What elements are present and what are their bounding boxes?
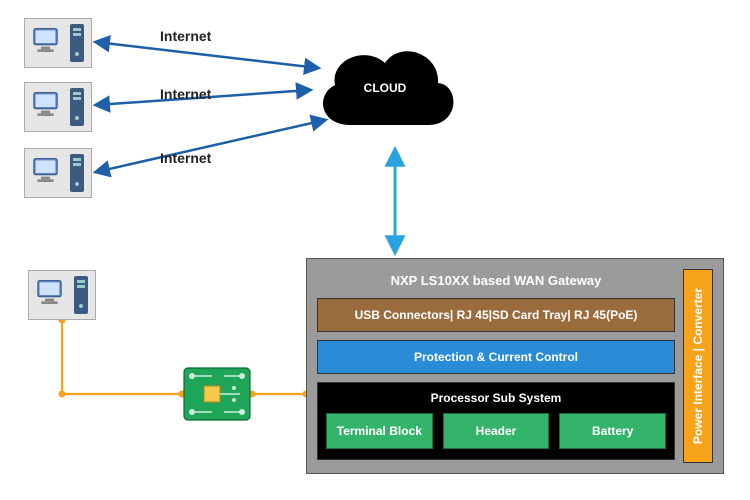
client-pc-3 [24, 148, 92, 198]
processor-subsystem: Processor Sub System Terminal Block Head… [317, 382, 675, 460]
wire-node-b [59, 391, 66, 398]
arrow-pc1-cloud [96, 42, 318, 68]
client-pc-2 [24, 82, 92, 132]
gateway-protection-row: Protection & Current Control [317, 340, 675, 374]
desktop-icon [32, 23, 68, 63]
power-interface-label: Power Interface | Converter [691, 288, 705, 444]
desktop-icon [32, 87, 68, 127]
gateway-usb-row: USB Connectors| RJ 45|SD Card Tray| RJ 4… [317, 298, 675, 332]
pcb-icon [182, 366, 252, 422]
cloud-node: CLOUD [310, 35, 460, 140]
header-cell: Header [443, 413, 550, 449]
tower-icon [70, 154, 84, 192]
processor-row: Terminal Block Header Battery [326, 413, 666, 449]
tower-icon [70, 24, 84, 62]
desktop-icon [32, 153, 68, 193]
battery-cell: Battery [559, 413, 666, 449]
processor-title: Processor Sub System [326, 391, 666, 405]
cloud-label: CLOUD [364, 81, 407, 95]
terminal-block-cell: Terminal Block [326, 413, 433, 449]
local-pc [28, 270, 96, 320]
gateway-title: NXP LS10XX based WAN Gateway [317, 269, 675, 290]
architecture-diagram: Internet Internet Internet CLOUD NXP LS1… [0, 0, 750, 500]
wan-gateway: NXP LS10XX based WAN Gateway USB Connect… [306, 258, 724, 474]
tower-icon [70, 88, 84, 126]
label-internet-3: Internet [160, 150, 211, 166]
wire-pc4-pcb [62, 320, 182, 394]
desktop-icon [36, 275, 72, 315]
pcb-board [182, 366, 252, 422]
power-interface-side: Power Interface | Converter [683, 269, 713, 463]
tower-icon [74, 276, 88, 314]
gateway-main-column: NXP LS10XX based WAN Gateway USB Connect… [307, 259, 683, 473]
client-pc-1 [24, 18, 92, 68]
label-internet-2: Internet [160, 86, 211, 102]
label-internet-1: Internet [160, 28, 211, 44]
